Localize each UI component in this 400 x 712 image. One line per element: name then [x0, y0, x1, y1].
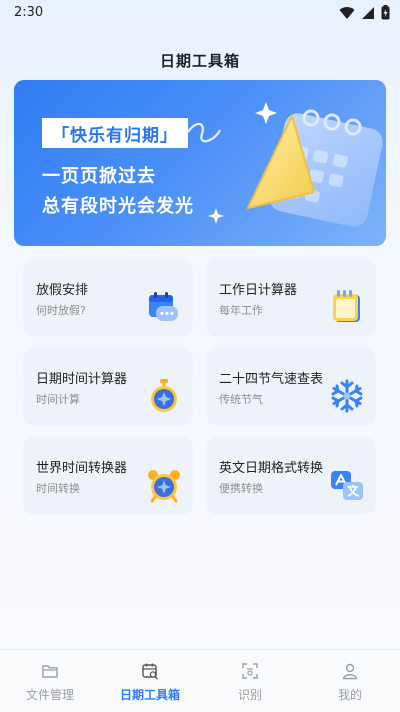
- status-time: 2:30: [14, 5, 44, 20]
- card-title: 英文日期格式转换: [219, 461, 324, 476]
- scan-icon: [242, 663, 258, 679]
- signal-icon: [362, 6, 374, 19]
- tab-label: 日期工具箱: [119, 688, 180, 702]
- battery-icon: [381, 5, 390, 20]
- calendar-icon: [333, 290, 360, 322]
- tab-file-management[interactable]: 文件管理: [0, 650, 100, 712]
- banner-headline: 一页页掀过去: [42, 166, 156, 187]
- card-subtitle: 时间计算: [36, 393, 80, 406]
- banner-subline: 总有段时光会发光: [42, 196, 194, 217]
- tab-date-toolbox[interactable]: 日期工具箱: [100, 650, 200, 712]
- page-title: 日期工具箱: [159, 52, 240, 70]
- card-title: 工作日计算器: [219, 283, 298, 298]
- status-icons: [339, 5, 390, 20]
- card-subtitle: 何时放假?: [36, 304, 86, 317]
- tab-recognize[interactable]: 识别: [200, 650, 300, 712]
- card-title: 放假安排: [36, 283, 89, 298]
- card-english-date-converter[interactable]: 英文日期格式转换 便携转换: [207, 437, 375, 513]
- card-subtitle: 每年工作: [219, 304, 263, 317]
- user-icon: [342, 663, 358, 680]
- card-subtitle: 传统节气: [219, 393, 263, 406]
- stopwatch-icon: [151, 379, 177, 412]
- tab-mine[interactable]: 我的: [300, 650, 400, 712]
- banner-tag: 「快乐有归期」: [42, 118, 188, 148]
- card-world-time-converter[interactable]: 世界时间转换器 时间转换: [24, 437, 192, 513]
- promo-banner[interactable]: 「快乐有归期」 一页页掀过去 总有段时光会发光: [14, 80, 386, 246]
- card-subtitle: 便携转换: [219, 482, 263, 495]
- card-datetime-calculator[interactable]: 日期时间计算器 时间计算: [24, 348, 192, 424]
- wifi-icon: [339, 6, 355, 19]
- card-subtitle: 时间转换: [36, 482, 80, 495]
- calendar-illustration: [187, 102, 383, 227]
- card-title: 日期时间计算器: [36, 372, 128, 387]
- tab-label: 识别: [237, 688, 262, 702]
- snowflake-icon: [331, 379, 363, 413]
- card-title: 世界时间转换器: [36, 461, 128, 476]
- folder-icon: [42, 665, 58, 678]
- status-bar: 2:30: [0, 0, 400, 26]
- calendar-chat-icon: [149, 292, 178, 321]
- card-solar-terms[interactable]: 二十四节气速查表 传统节气: [207, 348, 375, 424]
- card-title: 二十四节气速查表: [219, 372, 324, 387]
- calendar-search-icon: [142, 663, 158, 680]
- tab-label: 文件管理: [25, 688, 74, 702]
- translate-icon: [331, 471, 363, 500]
- card-holiday-schedule[interactable]: 放假安排 何时放假?: [24, 259, 192, 335]
- bottom-tab-bar: 文件管理 日期工具箱 识别 我的: [0, 649, 400, 712]
- tab-label: 我的: [337, 688, 362, 702]
- alarm-clock-icon: [148, 470, 180, 503]
- card-workday-calculator[interactable]: 工作日计算器 每年工作: [207, 259, 375, 335]
